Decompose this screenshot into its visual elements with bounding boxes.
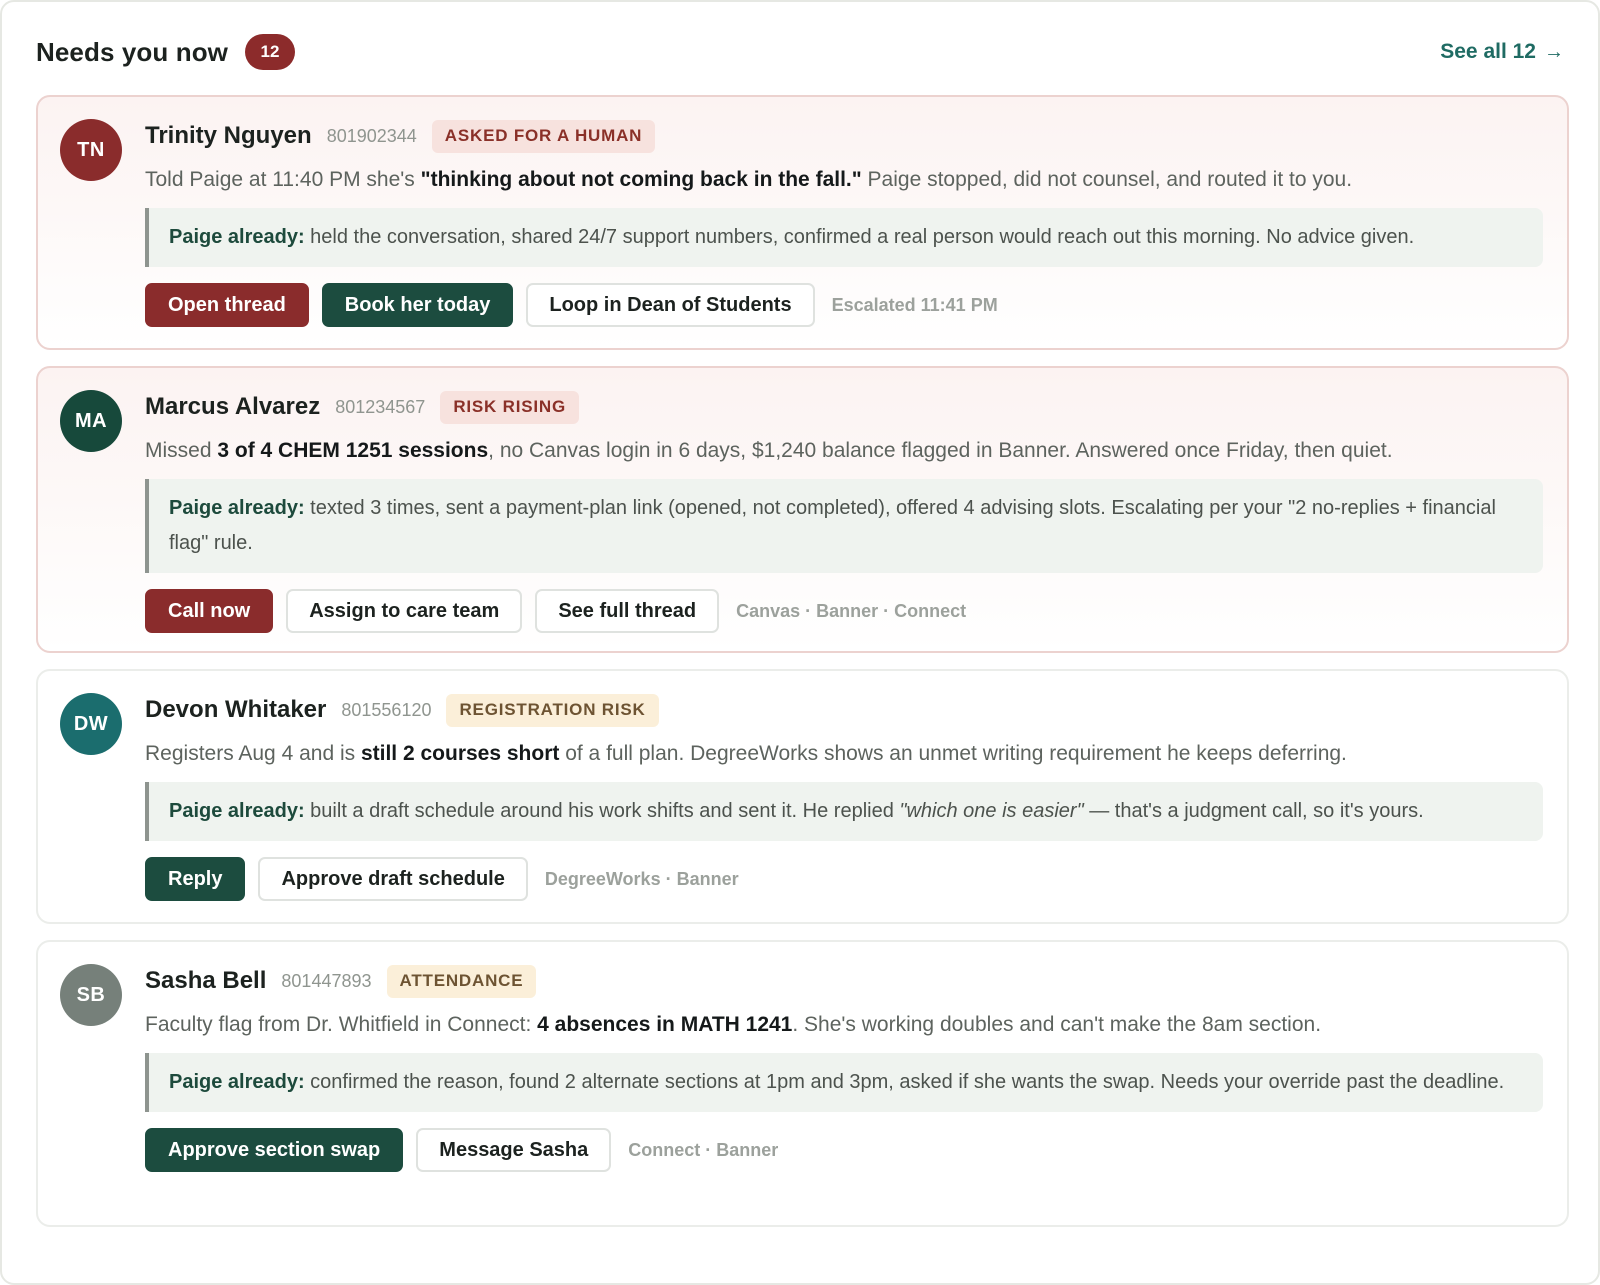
- paige-already-label: Paige already:: [169, 800, 305, 822]
- see-all-label: See all 12: [1440, 40, 1536, 63]
- summary-part: Told Paige at 11:40 PM she's: [145, 168, 421, 191]
- action-row: Call now Assign to care team See full th…: [145, 589, 1543, 633]
- paige-already-text: texted 3 times, sent a payment-plan link…: [169, 497, 1496, 554]
- action-row: Open thread Book her today Loop in Dean …: [145, 283, 1543, 327]
- paige-already-note: Paige already: held the conversation, sh…: [145, 208, 1543, 267]
- student-name[interactable]: Marcus Alvarez: [145, 393, 320, 421]
- loop-in-dean-button[interactable]: Loop in Dean of Students: [526, 283, 815, 327]
- student-name[interactable]: Devon Whitaker: [145, 696, 326, 724]
- summary-highlight: "thinking about not coming back in the f…: [420, 168, 862, 191]
- student-name[interactable]: Sasha Bell: [145, 967, 266, 995]
- action-row: Approve section swap Message Sasha Conne…: [145, 1128, 1543, 1172]
- paige-already-text: held the conversation, shared 24/7 suppo…: [304, 226, 1415, 248]
- header-left: Needs you now 12: [36, 34, 295, 70]
- card-body: Trinity Nguyen 801902344 ASKED FOR A HUM…: [145, 117, 1543, 327]
- student-name[interactable]: Trinity Nguyen: [145, 122, 312, 150]
- summary-part: Registers Aug 4 and is: [145, 742, 361, 765]
- summary-part: of a full plan. DegreeWorks shows an unm…: [559, 742, 1347, 765]
- action-row: Reply Approve draft schedule DegreeWorks…: [145, 857, 1543, 901]
- summary-part: . She's working doubles and can't make t…: [792, 1013, 1322, 1036]
- panel-title: Needs you now: [36, 36, 228, 67]
- summary-text: Told Paige at 11:40 PM she's "thinking a…: [145, 163, 1543, 197]
- avatar: DW: [60, 693, 122, 755]
- summary-highlight: still 2 courses short: [360, 742, 560, 765]
- see-all-link[interactable]: See all 12 →: [1440, 40, 1564, 64]
- name-row: Sasha Bell 801447893 ATTENDANCE: [145, 962, 1543, 1000]
- student-id: 801447893: [281, 970, 372, 991]
- summary-text: Registers Aug 4 and is still 2 courses s…: [145, 737, 1543, 771]
- paige-already-label: Paige already:: [169, 1071, 305, 1093]
- summary-part: , no Canvas login in 6 days, $1,240 bala…: [488, 439, 1393, 462]
- summary-text: Missed 3 of 4 CHEM 1251 sessions, no Can…: [145, 434, 1543, 468]
- paige-already-label: Paige already:: [169, 497, 305, 519]
- paige-already-note: Paige already: texted 3 times, sent a pa…: [145, 479, 1543, 573]
- summary-part: Paige stopped, did not counsel, and rout…: [861, 168, 1353, 191]
- reply-button[interactable]: Reply: [145, 857, 246, 901]
- source-systems: Canvas · Banner · Connect: [736, 600, 967, 621]
- book-her-today-button[interactable]: Book her today: [321, 283, 514, 327]
- approve-draft-schedule-button[interactable]: Approve draft schedule: [258, 857, 528, 901]
- name-row: Devon Whitaker 801556120 REGISTRATION RI…: [145, 691, 1543, 729]
- arrow-right-icon: →: [1544, 40, 1564, 63]
- summary-highlight: 4 absences in MATH 1241: [537, 1013, 793, 1036]
- avatar: TN: [60, 119, 122, 181]
- open-thread-button[interactable]: Open thread: [145, 283, 309, 327]
- approve-section-swap-button[interactable]: Approve section swap: [145, 1128, 404, 1172]
- status-badge: ASKED FOR A HUMAN: [431, 119, 656, 153]
- status-badge: REGISTRATION RISK: [446, 693, 659, 727]
- student-card: DW Devon Whitaker 801556120 REGISTRATION…: [36, 669, 1569, 924]
- status-badge: ATTENDANCE: [386, 964, 537, 998]
- avatar: SB: [60, 964, 122, 1026]
- see-full-thread-button[interactable]: See full thread: [535, 589, 720, 633]
- card-body: Devon Whitaker 801556120 REGISTRATION RI…: [145, 691, 1543, 901]
- student-card: TN Trinity Nguyen 801902344 ASKED FOR A …: [36, 95, 1569, 350]
- message-sasha-button[interactable]: Message Sasha: [416, 1128, 612, 1172]
- student-quote: "which one is easier": [899, 800, 1084, 822]
- source-systems: Connect · Banner: [628, 1139, 779, 1160]
- card-body: Marcus Alvarez 801234567 RISK RISING Mis…: [145, 388, 1543, 633]
- paige-already-text: — that's a judgment call, so it's yours.: [1083, 800, 1424, 822]
- student-card: SB Sasha Bell 801447893 ATTENDANCE Facul…: [36, 940, 1569, 1227]
- panel-header: Needs you now 12 See all 12 →: [36, 32, 1564, 72]
- student-id: 801902344: [326, 125, 417, 146]
- paige-already-note: Paige already: confirmed the reason, fou…: [145, 1053, 1543, 1112]
- student-card: MA Marcus Alvarez 801234567 RISK RISING …: [36, 366, 1569, 653]
- summary-text: Faculty flag from Dr. Whitfield in Conne…: [145, 1008, 1543, 1042]
- student-id: 801234567: [335, 396, 426, 417]
- summary-part: Missed: [145, 439, 218, 462]
- needs-you-now-panel: Needs you now 12 See all 12 → TN Trinity…: [0, 0, 1600, 1285]
- paige-already-text: confirmed the reason, found 2 alternate …: [304, 1071, 1505, 1093]
- summary-part: Faculty flag from Dr. Whitfield in Conne…: [145, 1013, 538, 1036]
- assign-care-team-button[interactable]: Assign to care team: [286, 589, 523, 633]
- name-row: Trinity Nguyen 801902344 ASKED FOR A HUM…: [145, 117, 1543, 155]
- paige-already-note: Paige already: built a draft schedule ar…: [145, 782, 1543, 841]
- paige-already-label: Paige already:: [169, 226, 305, 248]
- call-now-button[interactable]: Call now: [145, 589, 274, 633]
- count-badge: 12: [245, 34, 295, 70]
- card-body: Sasha Bell 801447893 ATTENDANCE Faculty …: [145, 962, 1543, 1172]
- paige-already-text: built a draft schedule around his work s…: [304, 800, 900, 822]
- escalated-timestamp: Escalated 11:41 PM: [831, 294, 998, 315]
- avatar: MA: [60, 390, 122, 452]
- summary-highlight: 3 of 4 CHEM 1251 sessions: [217, 439, 489, 462]
- status-badge: RISK RISING: [440, 390, 580, 424]
- student-id: 801556120: [341, 699, 432, 720]
- name-row: Marcus Alvarez 801234567 RISK RISING: [145, 388, 1543, 426]
- source-systems: DegreeWorks · Banner: [544, 868, 739, 889]
